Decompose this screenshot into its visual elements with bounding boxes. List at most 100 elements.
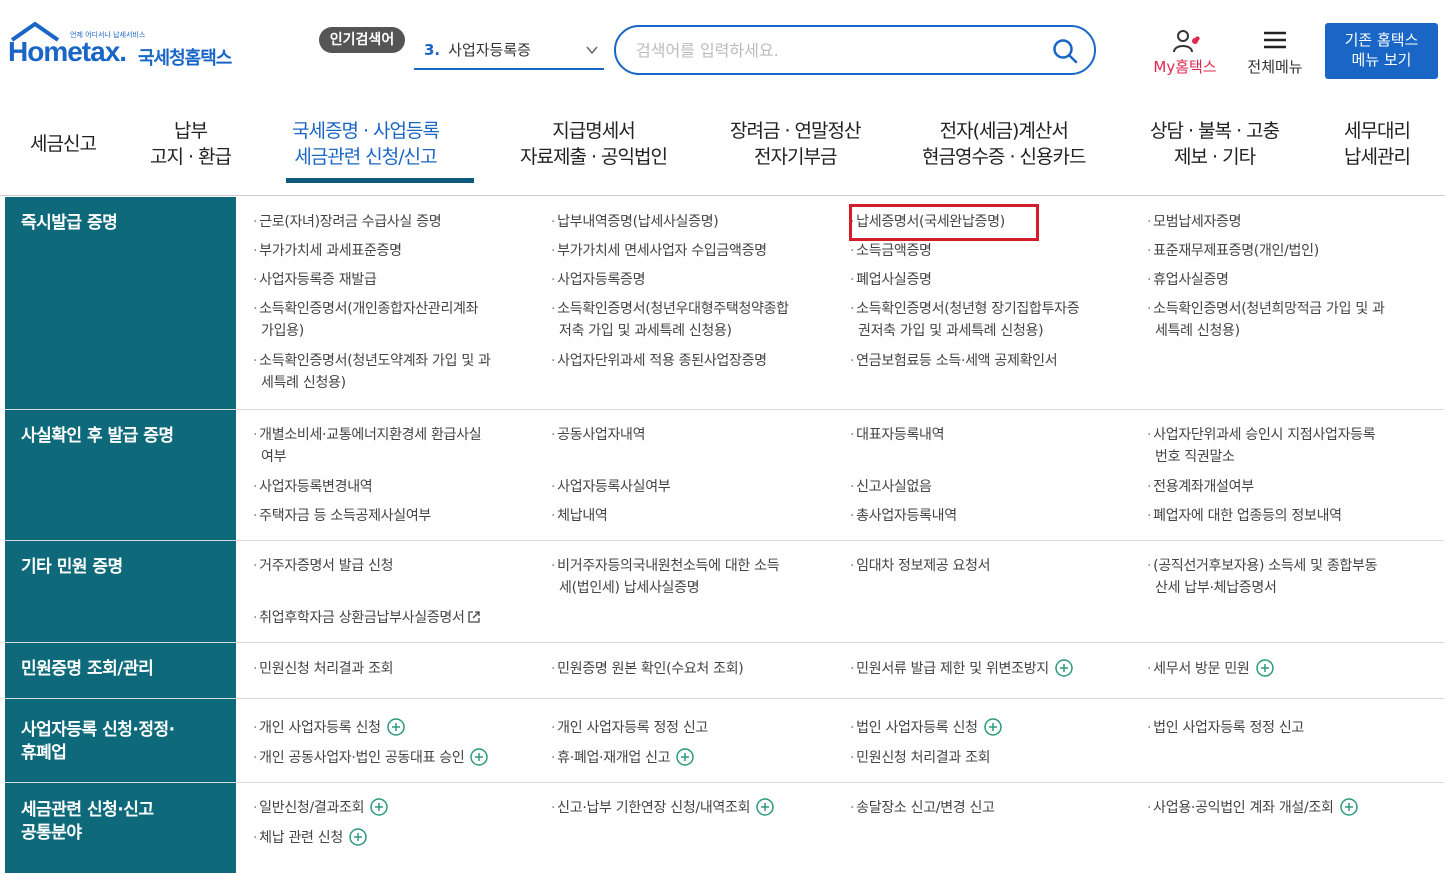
popular-search-badge: 인기검색어 — [319, 27, 405, 53]
menu-link[interactable]: · 표준재무제표증명(개인/법인) — [1147, 240, 1319, 262]
plus-circle-icon[interactable] — [756, 798, 774, 816]
all-menu-button[interactable]: 전체메뉴 — [1238, 28, 1312, 78]
menu-link[interactable]: · 민원서류 발급 제한 및 위변조방지 — [850, 658, 1073, 680]
search-box — [614, 25, 1096, 75]
menu-link[interactable]: · 개별소비세·교통에너지환경세 환급사실 여부 — [253, 424, 482, 468]
menu-link[interactable]: · 민원증명 원본 확인(수요처 조회) — [551, 658, 744, 680]
menu-link[interactable]: · 휴업사실증명 — [1147, 269, 1229, 291]
plus-circle-icon[interactable] — [983, 718, 1002, 736]
menu-link[interactable]: · 세무서 방문 민원 — [1147, 658, 1274, 680]
menu-link[interactable]: · 신고·납부 기한연장 신청/내역조회 — [551, 797, 774, 819]
menu-link[interactable]: · 근로(자녀)장려금 수급사실 증명 — [253, 211, 442, 233]
menu-link[interactable]: · 대표자등록내역 — [850, 424, 945, 446]
menu-link[interactable]: · 폐업자에 대한 업종등의 정보내역 — [1147, 505, 1342, 527]
menu-link[interactable]: · 임대차 정보제공 요청서 — [850, 555, 991, 577]
hamburger-icon — [1264, 31, 1286, 49]
menu-link-external[interactable]: · 취업후학자금 상환금납부사실증명서 — [253, 607, 481, 629]
menu-link[interactable]: · 법인 사업자등록 신청 — [850, 717, 1002, 739]
menu-link[interactable]: · 폐업사실증명 — [850, 269, 932, 291]
hometax-logo[interactable]: 언제 어디서나 납세서비스 Hometax. 국세청홈택스 — [8, 22, 248, 78]
menu-link[interactable]: · 개인 사업자등록 정정 신고 — [551, 717, 708, 739]
menu-link[interactable]: · 사업자단위과세 적용 종된사업장증명 — [551, 350, 767, 372]
menu-link[interactable]: · 사업용·공익법인 계좌 개설/조회 — [1147, 797, 1358, 819]
search-input[interactable] — [636, 38, 1036, 62]
certificate-menu-table: 즉시발급 증명 · 근로(자녀)장려금 수급사실 증명 · 납부내역증명(납세사실증… — [5, 197, 1444, 873]
menu-link[interactable]: · 일반신청/결과조회 — [253, 797, 388, 819]
plus-circle-icon[interactable] — [1055, 659, 1073, 677]
menu-link[interactable]: · 민원신청 처리결과 조회 — [253, 658, 394, 680]
menu-link[interactable]: · 비거주자등의국내원천소득에 대한 소득 세(법인세) 납세사실증명 — [551, 555, 780, 599]
nav-consult[interactable]: 상담 · 불복 · 고충 제보 · 기타 — [1150, 118, 1280, 170]
table-row: 사업자등록 신청·정정· 휴폐업 · 개인 사업자등록 신청 · 개인 사업자등록 정… — [5, 699, 1444, 783]
menu-link[interactable]: · 부가가치세 면세사업자 수입금액증명 — [551, 240, 767, 262]
plus-circle-icon[interactable] — [1339, 798, 1358, 816]
nav-tax-agent[interactable]: 세무대리 납세관리 — [1344, 118, 1411, 170]
menu-link[interactable]: · 개인 사업자등록 신청 — [253, 717, 405, 739]
menu-link[interactable]: · 공동사업자내역 — [551, 424, 646, 446]
menu-link[interactable]: · 거주자증명서 발급 신청 — [253, 555, 394, 577]
logo-wordmark: Hometax. — [8, 36, 127, 67]
all-menu-label: 전체메뉴 — [1247, 58, 1303, 76]
external-link-icon — [467, 611, 480, 623]
nav-incentive[interactable]: 장려금 · 연말정산 전자기부금 — [730, 118, 861, 170]
plus-circle-icon[interactable] — [370, 798, 388, 816]
active-tab-underline — [286, 178, 474, 183]
main-nav: 세금신고 납부 고지 · 환급 국세증명 · 사업등록 세금관련 신청/신고 지… — [0, 98, 1445, 196]
row-category: 민원증명 조회/관리 — [5, 643, 236, 698]
menu-link[interactable]: · 법인 사업자등록 정정 신고 — [1147, 717, 1304, 739]
menu-link[interactable]: · 사업자등록증 재발급 — [253, 269, 377, 291]
menu-link[interactable]: · 소득확인증명서(청년도약계좌 가입 및 과 세특례 신청용) — [253, 350, 491, 394]
row-category: 기타 민원 증명 — [5, 541, 236, 642]
old-menu-line2: 메뉴 보기 — [1351, 51, 1412, 69]
highlight-box — [849, 204, 1039, 241]
plus-circle-icon[interactable] — [470, 748, 489, 766]
menu-link[interactable]: · 주택자금 등 소득공제사실여부 — [253, 505, 431, 527]
row-category: 사실확인 후 발급 증명 — [5, 410, 236, 540]
user-heart-icon — [1173, 30, 1200, 53]
my-hometax-button[interactable]: My홈택스 — [1144, 28, 1226, 78]
menu-link[interactable]: · 개인 공동사업자·법인 공동대표 승인 — [253, 747, 489, 769]
menu-link[interactable]: · 사업자단위과세 승인시 지점사업자등록 번호 직권말소 — [1147, 424, 1376, 468]
menu-link[interactable]: · 부가가치세 과세표준증명 — [253, 240, 402, 262]
nav-payment[interactable]: 납부 고지 · 환급 — [150, 118, 232, 170]
nav-payment-statement[interactable]: 지급명세서 자료제출 · 공익법인 — [520, 118, 668, 170]
menu-link[interactable]: · 모범납세자증명 — [1147, 211, 1242, 233]
search-icon[interactable] — [1052, 38, 1078, 64]
table-row: 사실확인 후 발급 증명 · 개별소비세·교통에너지환경세 환급사실 여부 · 공동사… — [5, 410, 1444, 541]
menu-link[interactable]: · 연금보험료등 소득·세액 공제확인서 — [850, 350, 1058, 372]
nav-tax-report[interactable]: 세금신고 — [30, 131, 97, 157]
menu-link[interactable]: · 사업자등록변경내역 — [253, 476, 373, 498]
menu-link[interactable]: · 휴·폐업·재개업 신고 — [551, 747, 694, 769]
menu-link[interactable]: · 체납내역 — [551, 505, 608, 527]
nav-certificate[interactable]: 국세증명 · 사업등록 세금관련 신청/신고 — [292, 118, 440, 170]
logo-korean: 국세청홈택스 — [138, 48, 232, 69]
plus-circle-icon[interactable] — [386, 718, 405, 736]
plus-circle-icon[interactable] — [676, 748, 694, 766]
menu-link[interactable]: · 소득확인증명서(청년희망적금 가입 및 과 세특례 신청용) — [1147, 298, 1385, 342]
menu-link[interactable]: · 납부내역증명(납세사실증명) — [551, 211, 719, 233]
plus-circle-icon[interactable] — [1255, 659, 1274, 677]
menu-link[interactable]: · 소득금액증명 — [850, 240, 932, 262]
old-hometax-menu-button[interactable]: 기존 홈택스 메뉴 보기 — [1325, 23, 1438, 79]
header: 언제 어디서나 납세서비스 Hometax. 국세청홈택스 인기검색어 3. 사업… — [0, 0, 1445, 98]
menu-link[interactable]: · 신고사실없음 — [850, 476, 932, 498]
nav-e-invoice[interactable]: 전자(세금)계산서 현금영수증 · 신용카드 — [922, 118, 1086, 170]
table-row: 기타 민원 증명 · 거주자증명서 발급 신청 · 비거주자등의국내원천소득에 대한… — [5, 541, 1444, 643]
popular-rank: 3. — [424, 41, 441, 59]
menu-link[interactable]: · 소득확인증명서(청년우대형주택청약종합 저축 가입 및 과세특례 신청용) — [551, 298, 789, 342]
menu-link[interactable]: · 총사업자등록내역 — [850, 505, 957, 527]
menu-link[interactable]: · 민원신청 처리결과 조회 — [850, 747, 991, 769]
popular-search-select[interactable]: 3. 사업자등록증 — [414, 36, 604, 70]
menu-link[interactable]: · (공직선거후보자용) 소득세 및 종합부동 산세 납부·체납증명서 — [1147, 555, 1378, 599]
plus-circle-icon[interactable] — [349, 828, 367, 846]
menu-link[interactable]: · 사업자등록증명 — [551, 269, 646, 291]
table-row: 즉시발급 증명 · 근로(자녀)장려금 수급사실 증명 · 납부내역증명(납세사실증… — [5, 197, 1444, 410]
popular-term: 사업자등록증 — [448, 41, 531, 59]
menu-link[interactable]: · 송달장소 신고/변경 신고 — [850, 797, 995, 819]
menu-link[interactable]: · 전용계좌개설여부 — [1147, 476, 1254, 498]
menu-link[interactable]: · 소득확인증명서(청년형 장기집합투자증 권저축 가입 및 과세특례 신청용) — [850, 298, 1080, 342]
row-category: 사업자등록 신청·정정· 휴폐업 — [5, 699, 236, 782]
menu-link[interactable]: · 소득확인증명서(개인종합자산관리계좌 가입용) — [253, 298, 478, 342]
menu-link[interactable]: · 체납 관련 신청 — [253, 827, 367, 849]
menu-link[interactable]: · 사업자등록사실여부 — [551, 476, 671, 498]
